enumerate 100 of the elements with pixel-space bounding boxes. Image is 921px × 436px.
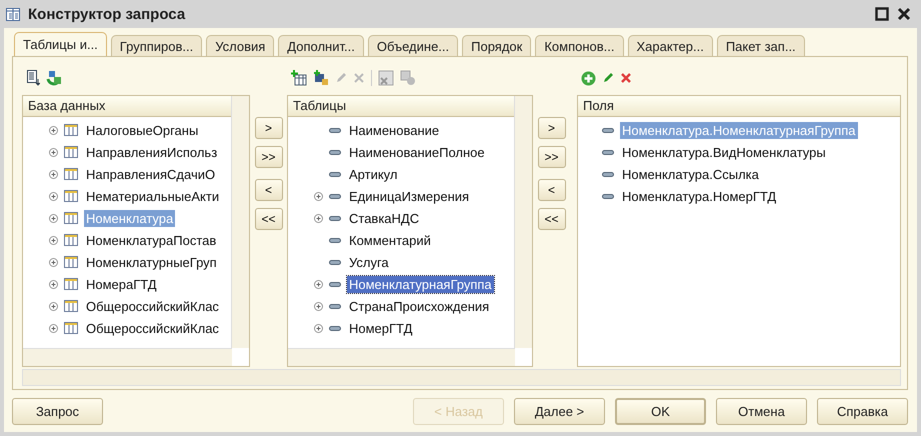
table-icon [64,168,78,180]
tab[interactable]: Порядок [462,35,532,56]
expand-icon[interactable] [49,258,58,266]
table-icon [64,146,78,158]
field-icon [329,194,341,198]
field-icon [602,128,614,132]
scrollbar[interactable] [231,96,249,348]
tree-item[interactable]: ОбщероссийскийКлас [84,320,221,336]
tree-item[interactable]: НаправленияИспольз [84,144,220,160]
tree-item[interactable]: СтранаПроисхождения [347,298,492,314]
move-button[interactable]: << [538,208,566,230]
window-icon [6,8,20,20]
move-button[interactable]: < [538,179,566,201]
list-item[interactable]: Номенклатура.Ссылка [620,166,761,182]
table-icon [64,278,78,290]
tree-item[interactable]: Артикул [347,166,400,182]
field-icon [329,238,341,242]
expand-icon[interactable] [314,302,323,310]
table-icon [64,124,78,136]
table-icon [64,300,78,312]
expand-icon[interactable] [49,192,58,200]
field-icon [329,128,341,132]
tab[interactable]: Таблицы и... [14,32,107,56]
field-icon [329,260,341,264]
scrollbar[interactable] [514,96,532,348]
list-item[interactable]: Номенклатура.НомерГТД [620,188,778,204]
pencil-icon[interactable] [602,72,614,84]
tab[interactable]: Дополнит... [278,35,364,56]
delete-icon[interactable] [620,72,632,84]
field-icon [329,172,341,176]
field-icon [329,304,341,308]
tree-item[interactable]: НоменклатураПостав [84,232,218,248]
expand-icon[interactable] [314,214,323,222]
expand-icon[interactable] [314,324,323,332]
close-icon[interactable] [897,7,911,21]
delete-icon [353,72,365,84]
window-title: Конструктор запроса [28,6,186,22]
dialog-button[interactable]: Отмена [716,398,807,425]
move-button[interactable]: >> [538,146,566,168]
tree-item[interactable]: Комментарий [347,232,433,248]
tree-item[interactable]: СтавкаНДС [347,210,422,226]
field-icon [602,194,614,198]
dialog-button[interactable]: Далее > [514,398,605,425]
dialog-button[interactable]: OK [615,398,706,425]
table-icon [64,234,78,246]
tab[interactable]: Пакет зап... [716,35,805,56]
list-item[interactable]: Номенклатура.ВидНоменклатуры [620,144,828,160]
field-icon [329,326,341,330]
expand-icon[interactable] [314,192,323,200]
tree-item[interactable]: НалоговыеОрганы [84,122,200,138]
expand-icon[interactable] [49,236,58,244]
tree-item[interactable]: НаправленияСдачиО [84,166,218,182]
expand-icon[interactable] [49,126,58,134]
move-button[interactable]: >> [254,146,282,168]
tree-item[interactable]: Услуга [347,254,391,270]
add-table-icon[interactable] [291,70,307,86]
table-icon [64,322,78,334]
add-query-icon[interactable] [313,70,329,86]
scrollbar[interactable] [22,369,901,386]
tree-item[interactable]: Наименование [347,122,442,138]
tree-item[interactable]: НаименованиеПолное [347,144,487,160]
expand-icon[interactable] [49,324,58,332]
tab[interactable]: Условия [206,35,274,56]
field-icon [602,172,614,176]
move-button[interactable]: > [254,117,282,139]
add-icon[interactable] [581,70,596,86]
move-button[interactable]: < [254,179,282,201]
field-icon [329,216,341,220]
field-icon [329,282,341,286]
tree-item[interactable]: НомераГТД [84,276,159,292]
tree-item[interactable]: ОбщероссийскийКлас [84,298,221,314]
tree-item[interactable]: НоменклатурныеГруп [84,254,219,270]
expand-icon[interactable] [49,280,58,288]
scrollbar[interactable] [288,348,515,366]
pencil-icon [335,72,347,84]
table-x-icon [378,70,394,86]
field-icon [602,150,614,154]
scrollbar[interactable] [23,348,232,366]
expand-icon[interactable] [49,214,58,222]
table-icon [64,212,78,224]
move-button[interactable]: > [538,117,566,139]
tab[interactable]: Компонов... [535,35,624,56]
field-icon [329,150,341,154]
dialog-button[interactable]: Справка [817,398,908,425]
maximize-icon[interactable] [875,7,889,21]
list-icon[interactable] [26,70,40,86]
tab[interactable]: Группиров... [110,35,202,56]
column-header: Поля [578,96,900,117]
tree-item[interactable]: ЕдиницаИзмерения [347,188,472,204]
expand-icon[interactable] [49,170,58,178]
tree-item[interactable]: НоменклатурнаяГруппа [347,276,494,292]
move-button[interactable]: << [254,208,282,230]
tree-item[interactable]: НематериальныеАкти [84,188,222,204]
tree-item[interactable]: НомерГТД [347,320,414,336]
expand-icon[interactable] [49,148,58,156]
tab[interactable]: Характер... [628,35,713,56]
expand-icon[interactable] [49,302,58,310]
expand-icon[interactable] [314,280,323,288]
dialog-button[interactable]: Запрос [12,398,103,425]
tab[interactable]: Объедине... [368,35,458,56]
